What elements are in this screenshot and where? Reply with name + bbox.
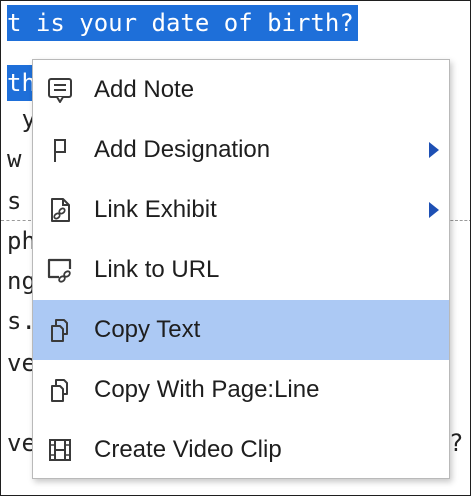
- menu-item-copy-with-page-line[interactable]: Copy With Page:Line: [33, 360, 449, 420]
- menu-item-label: Add Designation: [94, 136, 271, 163]
- submenu-arrow-icon: [429, 142, 439, 158]
- menu-item-create-video-clip[interactable]: Create Video Clip: [33, 420, 449, 480]
- menu-item-label: Add Note: [94, 76, 195, 103]
- link-url-icon: [43, 253, 77, 287]
- menu-item-link-to-url[interactable]: Link to URL: [33, 240, 449, 300]
- transcript-line-tail[interactable]: ?: [449, 425, 463, 461]
- transcript-line-selected[interactable]: t is your date of birth?: [7, 5, 358, 41]
- copy-icon: [43, 373, 77, 407]
- page-break-divider: [1, 220, 31, 221]
- menu-item-add-designation[interactable]: Add Designation: [33, 120, 449, 180]
- film-icon: [43, 433, 77, 467]
- transcript-line[interactable]: w: [7, 141, 21, 177]
- menu-item-add-note[interactable]: Add Note: [33, 60, 449, 120]
- menu-item-label: Copy With Page:Line: [94, 376, 320, 403]
- menu-item-label: Copy Text: [94, 316, 201, 343]
- menu-item-label: Create Video Clip: [94, 436, 282, 463]
- link-exhibit-icon: [43, 193, 77, 227]
- transcript-line[interactable]: s: [7, 183, 21, 219]
- submenu-arrow-icon: [429, 202, 439, 218]
- menu-item-label: Link Exhibit: [94, 196, 217, 223]
- context-menu: Add Note Add Designation Link Exhibit Li…: [32, 59, 450, 479]
- note-icon: [43, 73, 77, 107]
- copy-icon: [43, 313, 77, 347]
- menu-item-label: Link to URL: [94, 256, 220, 283]
- menu-item-copy-text[interactable]: Copy Text: [33, 300, 449, 360]
- designation-flag-icon: [43, 133, 77, 167]
- menu-item-link-exhibit[interactable]: Link Exhibit: [33, 180, 449, 240]
